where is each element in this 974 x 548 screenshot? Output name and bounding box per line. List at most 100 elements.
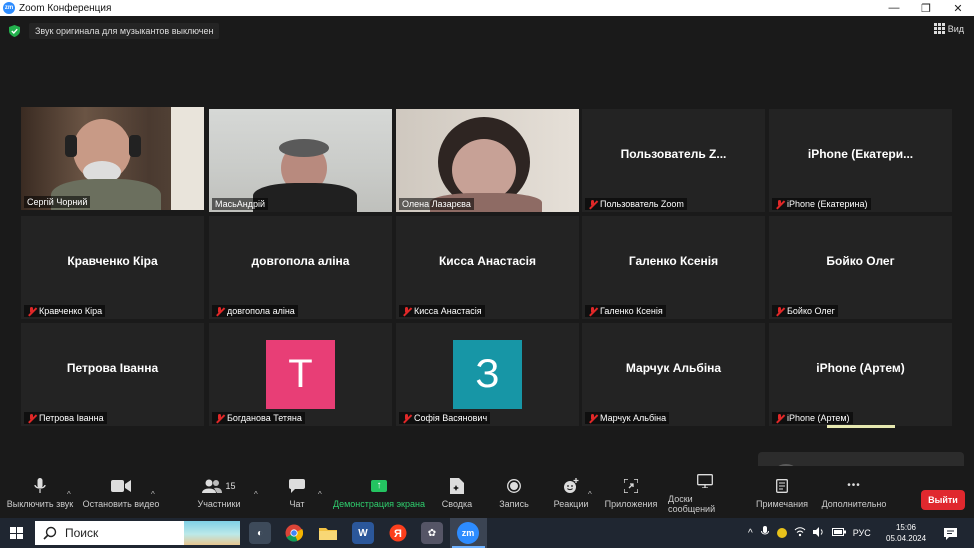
participants-count: 15 [225,480,236,491]
microphone-icon [29,476,51,496]
reactions-button[interactable]: Реакции [550,466,592,518]
mic-muted-icon [215,413,224,423]
record-icon [503,476,525,496]
clock-date: 05.04.2024 [886,534,927,543]
chat-options-caret[interactable]: ^ [318,490,322,499]
minimize-button[interactable]: — [878,0,910,16]
reactions-options-caret[interactable]: ^ [588,490,592,499]
word-icon[interactable]: W [352,522,374,544]
video-options-caret[interactable]: ^ [151,490,155,499]
video-tile[interactable]: T Богданова Тетяна [209,323,392,426]
video-tile[interactable]: Бойко Олег Бойко Олег [769,216,952,319]
restore-button[interactable]: ❐ [910,0,942,16]
participant-name-display: Бойко Олег [826,254,895,268]
participant-label: Сергій Чорний [24,196,91,208]
video-tile[interactable]: З Софія Васянович [396,323,579,426]
apps-icon [620,476,642,496]
participant-label: Кисса Анастасія [399,305,485,317]
encryption-shield-icon[interactable] [9,25,20,37]
participant-video [21,107,204,210]
mic-muted-icon [775,199,784,209]
leave-button[interactable]: Выйти [921,490,965,510]
whiteboards-button[interactable]: Доски сообщений [668,466,742,518]
view-label: Вид [947,23,964,34]
meeting-toolbar: Выключить звук Остановить видео 15 Участ… [0,466,974,518]
participant-label: iPhone (Артем) [772,412,853,424]
video-tile[interactable]: Кисса Анастасія Кисса Анастасія [396,216,579,319]
microphone-tray-icon[interactable] [760,526,769,540]
participant-video [396,109,579,212]
mic-muted-icon [588,413,597,423]
zoom-logo-icon: zm [3,2,15,14]
chat-bubble-icon [286,476,308,496]
svg-text:Я: Я [394,528,402,540]
video-tile[interactable]: Петрова Іванна Петрова Іванна [21,323,204,426]
apps-button[interactable]: Приложения [604,466,658,518]
stop-video-button[interactable]: Остановить видео [82,466,160,518]
whiteboard-icon [694,471,716,491]
participant-label: Бойко Олег [772,305,838,317]
zoom-app-icon: zm [457,522,479,544]
participant-avatar: T [266,340,335,409]
taskbar-search-box[interactable]: Поиск [35,521,240,545]
yandex-browser-icon[interactable]: Я [387,522,409,544]
audio-options-caret[interactable]: ^ [67,490,71,499]
participant-label: довгопола аліна [212,305,298,317]
chat-button[interactable]: Чат [280,466,314,518]
mute-button[interactable]: Выключить звук [6,466,74,518]
participants-icon: 15 [199,476,239,496]
video-tile[interactable]: iPhone (Екатери... iPhone (Екатерина) [769,109,952,212]
meeting-top-bar: Звук оригинала для музыкантов выключен В… [0,16,974,46]
participants-options-caret[interactable]: ^ [254,490,258,499]
battery-icon[interactable] [831,528,846,538]
tray-overflow-chevron[interactable]: ^ [748,528,753,539]
app-tray-icon[interactable] [776,528,787,538]
search-placeholder: Поиск [65,526,99,540]
media-app-icon[interactable]: ✿ [421,522,443,544]
participant-label: Галенко Ксенія [585,305,666,317]
volume-icon[interactable] [812,527,825,539]
video-tile[interactable]: Галенко Ксенія Галенко Ксенія [582,216,765,319]
share-screen-icon: ↑ [368,476,390,496]
file-explorer-icon[interactable] [317,522,339,544]
search-icon [43,526,57,540]
video-tile[interactable]: МасьАндрій [209,109,392,212]
participant-name-display: довгопола аліна [251,254,350,268]
system-tray: ^ РУС [748,518,871,548]
participant-label: Кравченко Кіра [24,305,106,317]
video-tile[interactable]: довгопола аліна довгопола аліна [209,216,392,319]
video-tile[interactable]: Олена Лазарєва [396,109,579,212]
participant-name-display: Пользователь Z... [620,147,727,161]
mic-muted-icon [588,199,597,209]
summary-button[interactable]: Сводка [438,466,476,518]
participant-name-display: Петрова Іванна [66,361,159,375]
keyboard-language[interactable]: РУС [853,528,871,538]
mic-muted-icon [402,413,411,423]
share-screen-button[interactable]: ↑ Демонстрация экрана [333,466,425,518]
smile-icon [560,476,582,496]
participants-button[interactable]: 15 Участники [192,466,246,518]
more-button[interactable]: ••• Дополнительно [820,466,888,518]
close-button[interactable]: ✕ [942,0,974,16]
title-bar: zm Zoom Конференция — ❐ ✕ [0,0,974,16]
chrome-icon[interactable] [283,522,305,544]
windows-start-icon[interactable] [10,527,23,539]
mic-muted-icon [215,306,224,316]
wifi-icon[interactable] [794,527,806,539]
zoom-taskbar-active[interactable]: zm [450,518,487,548]
video-tile[interactable]: Марчук Альбіна Марчук Альбіна [582,323,765,426]
video-tile[interactable]: Сергій Чорний [21,107,204,210]
video-tile[interactable]: Пользователь Z... Пользователь Zoom [582,109,765,212]
taskbar-app-icon[interactable]: ◐ [249,522,271,544]
notifications-icon[interactable] [944,527,957,545]
view-button[interactable]: Вид [933,23,964,34]
system-clock[interactable]: 15:06 05.04.2024 [886,522,926,544]
video-tile[interactable]: Кравченко Кіра Кравченко Кіра [21,216,204,319]
participant-label: Марчук Альбіна [585,412,670,424]
mic-muted-icon [27,306,36,316]
participant-name-display: iPhone (Артем) [816,361,905,375]
mic-muted-icon [775,306,784,316]
record-button[interactable]: Запись [494,466,534,518]
notes-button[interactable]: Примечания [755,466,809,518]
video-tile[interactable]: iPhone (Артем) iPhone (Артем) [769,323,952,426]
